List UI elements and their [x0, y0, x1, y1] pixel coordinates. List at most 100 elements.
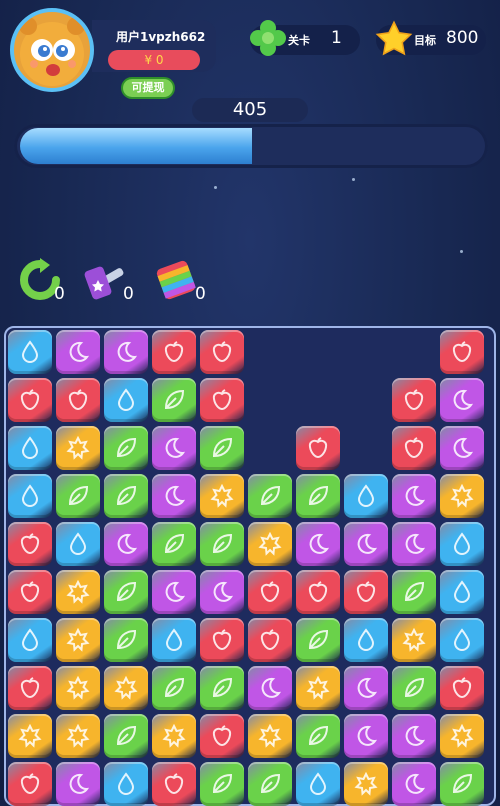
- red-tile[interactable]: [344, 570, 388, 614]
- red-tile[interactable]: [392, 426, 436, 470]
- red-tile[interactable]: [8, 762, 52, 806]
- green-tile[interactable]: [104, 426, 148, 470]
- purple-tile[interactable]: [152, 474, 196, 518]
- purple-tile[interactable]: [344, 522, 388, 566]
- yellow-tile[interactable]: [248, 522, 292, 566]
- yellow-tile-icon: [450, 484, 474, 508]
- green-tile[interactable]: [104, 714, 148, 758]
- green-tile[interactable]: [248, 474, 292, 518]
- level-value: 1: [331, 28, 342, 48]
- green-tile[interactable]: [200, 522, 244, 566]
- red-tile[interactable]: [248, 618, 292, 662]
- purple-tile[interactable]: [392, 714, 436, 758]
- red-tile[interactable]: [152, 762, 196, 806]
- blue-tile[interactable]: [440, 570, 484, 614]
- red-tile[interactable]: [200, 714, 244, 758]
- green-tile[interactable]: [104, 474, 148, 518]
- green-tile[interactable]: [440, 762, 484, 806]
- red-tile-icon: [308, 581, 328, 603]
- green-tile[interactable]: [200, 666, 244, 710]
- yellow-tile[interactable]: [440, 474, 484, 518]
- rainbow-cube-tool-icon[interactable]: [154, 258, 198, 302]
- purple-tile[interactable]: [152, 570, 196, 614]
- blue-tile[interactable]: [296, 762, 340, 806]
- red-tile[interactable]: [200, 618, 244, 662]
- purple-tile[interactable]: [440, 378, 484, 422]
- red-tile[interactable]: [248, 570, 292, 614]
- yellow-tile[interactable]: [200, 474, 244, 518]
- red-tile[interactable]: [392, 378, 436, 422]
- purple-tile[interactable]: [392, 762, 436, 806]
- red-tile[interactable]: [8, 378, 52, 422]
- yellow-tile[interactable]: [56, 570, 100, 614]
- green-tile[interactable]: [392, 570, 436, 614]
- purple-tile[interactable]: [56, 330, 100, 374]
- green-tile[interactable]: [152, 522, 196, 566]
- blue-tile[interactable]: [152, 618, 196, 662]
- red-tile[interactable]: [296, 570, 340, 614]
- green-tile[interactable]: [200, 762, 244, 806]
- blue-tile[interactable]: [56, 522, 100, 566]
- blue-tile[interactable]: [8, 426, 52, 470]
- purple-tile[interactable]: [104, 522, 148, 566]
- yellow-tile[interactable]: [8, 714, 52, 758]
- yellow-tile[interactable]: [56, 426, 100, 470]
- green-tile[interactable]: [152, 378, 196, 422]
- yellow-tile[interactable]: [56, 666, 100, 710]
- yellow-tile[interactable]: [248, 714, 292, 758]
- purple-tile[interactable]: [344, 666, 388, 710]
- hammer-tool-icon[interactable]: [82, 258, 128, 302]
- purple-tile-icon: [165, 581, 186, 602]
- purple-tile[interactable]: [296, 522, 340, 566]
- blue-tile[interactable]: [8, 618, 52, 662]
- yellow-tile[interactable]: [392, 618, 436, 662]
- green-tile[interactable]: [248, 762, 292, 806]
- green-tile[interactable]: [152, 666, 196, 710]
- yellow-tile[interactable]: [344, 762, 388, 806]
- blue-tile[interactable]: [440, 522, 484, 566]
- blue-tile[interactable]: [104, 762, 148, 806]
- purple-tile[interactable]: [392, 522, 436, 566]
- purple-tile[interactable]: [392, 474, 436, 518]
- purple-tile[interactable]: [440, 426, 484, 470]
- red-tile[interactable]: [200, 378, 244, 422]
- purple-tile[interactable]: [104, 330, 148, 374]
- blue-tile[interactable]: [8, 474, 52, 518]
- green-tile[interactable]: [296, 474, 340, 518]
- red-tile[interactable]: [296, 426, 340, 470]
- yellow-tile[interactable]: [440, 714, 484, 758]
- blue-tile[interactable]: [440, 618, 484, 662]
- red-tile[interactable]: [8, 666, 52, 710]
- yellow-tile[interactable]: [56, 714, 100, 758]
- yellow-tile[interactable]: [56, 618, 100, 662]
- green-tile[interactable]: [296, 618, 340, 662]
- yellow-tile[interactable]: [152, 714, 196, 758]
- purple-tile[interactable]: [248, 666, 292, 710]
- red-tile[interactable]: [56, 378, 100, 422]
- blue-tile[interactable]: [344, 474, 388, 518]
- target-value: 800: [446, 28, 479, 48]
- purple-tile[interactable]: [56, 762, 100, 806]
- blue-tile[interactable]: [8, 330, 52, 374]
- red-tile[interactable]: [200, 330, 244, 374]
- withdraw-button[interactable]: 可提现: [121, 77, 175, 99]
- yellow-tile[interactable]: [104, 666, 148, 710]
- red-tile[interactable]: [8, 570, 52, 614]
- green-tile[interactable]: [200, 426, 244, 470]
- purple-tile[interactable]: [152, 426, 196, 470]
- purple-tile[interactable]: [200, 570, 244, 614]
- green-tile[interactable]: [56, 474, 100, 518]
- green-tile[interactable]: [104, 618, 148, 662]
- green-tile[interactable]: [392, 666, 436, 710]
- green-tile[interactable]: [104, 570, 148, 614]
- red-tile[interactable]: [8, 522, 52, 566]
- red-tile[interactable]: [152, 330, 196, 374]
- blue-tile[interactable]: [104, 378, 148, 422]
- green-tile[interactable]: [296, 714, 340, 758]
- yellow-tile[interactable]: [296, 666, 340, 710]
- red-tile[interactable]: [440, 666, 484, 710]
- red-tile[interactable]: [440, 330, 484, 374]
- purple-tile[interactable]: [344, 714, 388, 758]
- blue-tile[interactable]: [344, 618, 388, 662]
- avatar[interactable]: [10, 8, 94, 92]
